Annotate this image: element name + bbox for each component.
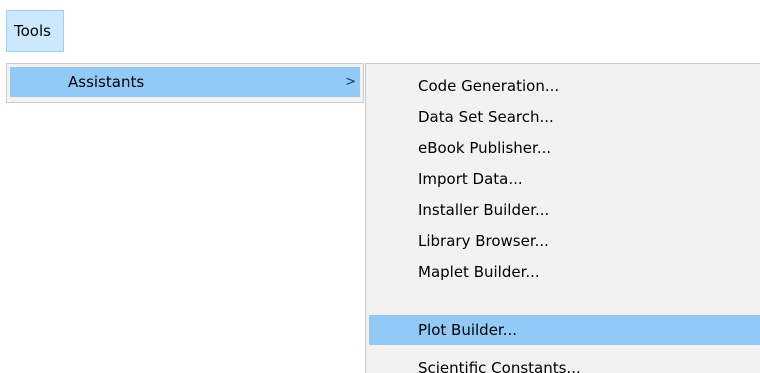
submenu-item-label: Code Generation...	[418, 77, 560, 95]
submenu-item-plot-builder[interactable]: Plot Builder...	[369, 315, 760, 345]
chevron-right-icon: >	[345, 74, 356, 90]
submenu-item-scientific-constants[interactable]: Scientific Constants...	[369, 353, 760, 373]
submenu-item-label: eBook Publisher...	[418, 139, 552, 157]
submenu-item-label: Import Data...	[418, 170, 523, 188]
screen: Tools Assistants > Code Generation... Da…	[0, 0, 760, 373]
submenu-item-label: Installer Builder...	[418, 201, 550, 219]
submenu-item-label: Data Set Search...	[418, 108, 554, 126]
submenu-item-code-generation[interactable]: Code Generation...	[369, 71, 760, 101]
submenu-item-library-browser[interactable]: Library Browser...	[369, 226, 760, 256]
assistants-submenu: Code Generation... Data Set Search... eB…	[365, 63, 760, 373]
submenu-item-label: Plot Builder...	[418, 321, 518, 339]
tools-dropdown: Assistants >	[6, 63, 364, 103]
menu-item-assistants[interactable]: Assistants >	[10, 67, 360, 97]
menu-item-assistants-label: Assistants	[68, 73, 145, 91]
submenu-item-data-set-search[interactable]: Data Set Search...	[369, 102, 760, 132]
submenu-item-label: Scientific Constants...	[418, 359, 581, 373]
menu-tools[interactable]: Tools	[6, 10, 64, 52]
submenu-item-label: Maplet Builder...	[418, 263, 540, 281]
submenu-item-installer-builder[interactable]: Installer Builder...	[369, 195, 760, 225]
submenu-item-maplet-builder[interactable]: Maplet Builder...	[369, 257, 760, 287]
submenu-item-ebook-publisher[interactable]: eBook Publisher...	[369, 133, 760, 163]
submenu-item-label: Library Browser...	[418, 232, 549, 250]
menu-tools-label: Tools	[14, 22, 51, 40]
submenu-item-import-data[interactable]: Import Data...	[369, 164, 760, 194]
